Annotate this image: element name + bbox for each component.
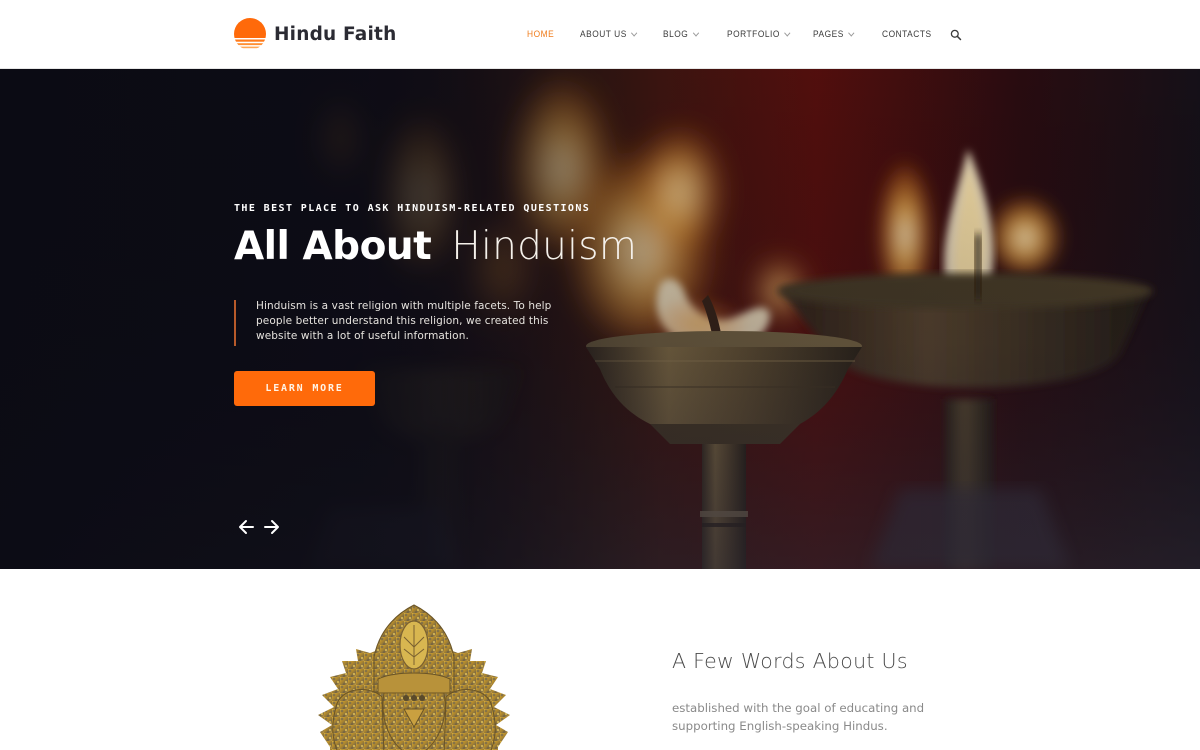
- nav-item-contacts[interactable]: CONTACTS: [882, 27, 932, 41]
- hero-content: THE BEST PLACE TO ASK HINDUISM-RELATED Q…: [234, 69, 834, 569]
- quote-accent-bar: [234, 300, 236, 346]
- about-text: established with the goal of educating a…: [672, 701, 925, 733]
- arrow-left-icon[interactable]: [237, 518, 255, 536]
- hero-slider: THE BEST PLACE TO ASK HINDUISM-RELATED Q…: [0, 69, 1200, 569]
- nav-label: PAGES: [813, 28, 844, 40]
- nav-item-about-us[interactable]: ABOUT US: [580, 27, 638, 41]
- hero-eyebrow: THE BEST PLACE TO ASK HINDUISM-RELATED Q…: [234, 203, 591, 214]
- arrow-right-icon[interactable]: [263, 518, 281, 536]
- nav-label: CONTACTS: [882, 28, 932, 40]
- chevron-down-icon: [784, 29, 791, 37]
- chevron-down-icon: [692, 29, 699, 37]
- brand-name: Hindu Faith: [274, 23, 397, 45]
- nav-item-pages[interactable]: PAGES: [813, 27, 855, 41]
- logo-link[interactable]: Hindu Faith: [234, 18, 396, 50]
- nav-label: BLOG: [663, 28, 689, 40]
- nav-label: ABOUT US: [580, 28, 627, 40]
- chevron-down-icon: [848, 29, 855, 37]
- sunset-logo-icon: [234, 18, 266, 50]
- hero-title-light: Hinduism: [451, 224, 638, 269]
- nav-item-home[interactable]: HOME: [527, 27, 554, 41]
- hero-title-bold: All About: [234, 224, 432, 269]
- hero-title: All About Hinduism: [234, 224, 637, 270]
- slider-arrows: [237, 518, 281, 536]
- chevron-down-icon: [631, 29, 638, 37]
- about-section: A Few Words About Us established with th…: [0, 569, 1200, 750]
- ganesha-statue-image: [318, 604, 510, 750]
- nav-item-blog[interactable]: BLOG: [663, 27, 699, 41]
- nav-label: HOME: [527, 28, 555, 40]
- hero-description: Hinduism is a vast religion with multipl…: [256, 300, 552, 343]
- nav-label: PORTFOLIO: [727, 28, 780, 40]
- search-icon[interactable]: [950, 28, 962, 41]
- learn-more-button[interactable]: LEARN MORE: [234, 371, 375, 406]
- about-title: A Few Words About Us: [672, 649, 908, 673]
- site-header: Hindu Faith HOME ABOUT US BLOG PORTFOLIO…: [0, 0, 1200, 69]
- nav-item-portfolio[interactable]: PORTFOLIO: [727, 27, 791, 41]
